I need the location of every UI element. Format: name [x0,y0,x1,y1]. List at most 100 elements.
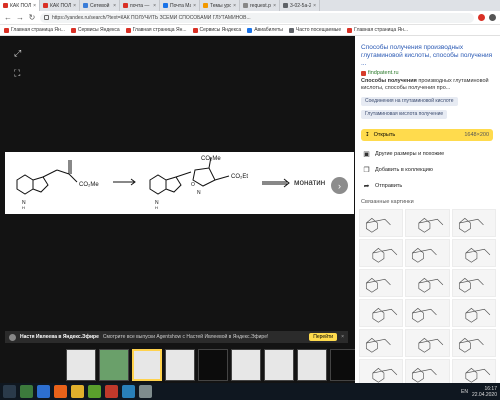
related-image[interactable] [451,269,496,297]
thumbnail[interactable] [231,349,261,381]
tag-chip[interactable]: Глутаминовая кислота получение [361,110,448,119]
related-image[interactable] [451,359,496,383]
related-image[interactable] [359,359,404,383]
tab-favicon-icon [123,3,128,8]
thumbnail[interactable] [297,349,327,381]
panel-title[interactable]: Способы получения производных глутаминов… [361,44,493,68]
bookmark-item[interactable]: Главная страница Ян... [4,27,65,33]
sketch-line [372,307,398,323]
related-image[interactable] [451,209,496,237]
browser-tab[interactable]: КАК ПОЛУЧИ× [0,0,40,11]
related-image[interactable] [451,239,496,267]
thumbnail[interactable] [165,349,195,381]
promo-banner: Настя Ивлеева в Яндекс.Эфире Смотрите вс… [5,331,348,343]
thumbnail[interactable] [264,349,294,381]
url-field[interactable]: https://yandex.ru/search/?text=КАК ПОЛУЧ… [40,12,474,23]
browser-tab[interactable]: Темы уроков Ост× [200,0,240,11]
expand-icon[interactable]: ⤢ [14,49,21,58]
share-icon: ➦ [363,183,370,190]
thumbnail-selected[interactable] [132,349,162,381]
related-image-sketch [365,217,391,233]
bookmark-item[interactable]: Сервисы Яндекса [192,27,241,33]
tab-close-icon[interactable]: × [73,3,76,9]
left-chain-bond-2 [56,169,70,175]
action-label: Другие размеры и похожие [375,151,445,157]
menu-icon[interactable] [489,14,496,21]
folder-icon[interactable] [71,385,84,398]
tab-title: request.pdf [250,2,271,9]
clock[interactable]: 16:17 22.04.2020 [472,386,497,398]
browser-icon[interactable] [54,385,67,398]
promo-go-button[interactable]: Перейти [309,333,338,341]
related-image[interactable] [405,269,450,297]
action-similar[interactable]: ▣ Другие размеры и похожие [363,150,444,158]
related-image[interactable] [451,299,496,327]
panel-description: Способы получения производных глутаминов… [361,78,493,92]
language-indicator[interactable]: EN [461,389,468,395]
related-image-sketch [412,307,438,323]
sketch-line [418,217,444,233]
thumbnail[interactable] [198,349,228,381]
mid-chain-bond [175,171,192,178]
tab-close-icon[interactable]: × [153,3,156,9]
related-image[interactable] [451,329,496,357]
source-link[interactable]: findpatent.ru [361,70,399,76]
related-image[interactable] [359,269,404,297]
tab-favicon-icon [283,3,288,8]
browser-tab[interactable]: Сетевой Город.× [80,0,120,11]
tag-chip[interactable]: Соединения на глутаминовой кислоте [361,97,458,106]
app-icon[interactable] [20,385,33,398]
reload-icon[interactable]: ↻ [28,11,36,25]
app-icon[interactable] [139,385,152,398]
close-icon[interactable]: × [341,334,344,340]
related-image[interactable] [405,299,450,327]
thumbnail-strip [66,347,360,383]
system-tray: EN 16:17 22.04.2020 [461,386,497,398]
app-icon[interactable] [37,385,50,398]
related-image[interactable] [359,299,404,327]
action-collection[interactable]: ❐ Добавить в коллекцию [363,166,433,174]
tab-close-icon[interactable]: × [193,3,196,9]
next-image-button[interactable]: › [331,177,348,194]
tab-title: почта — Яндекс [130,2,151,9]
bookmark-item[interactable]: Сервисы Яндекса [70,27,120,33]
bookmark-favicon-icon [125,27,131,33]
related-image[interactable] [405,329,450,357]
browser-tab[interactable]: Почта Mail.ru× [160,0,200,11]
browser-tab[interactable]: request.pdf× [240,0,280,11]
tab-close-icon[interactable]: × [113,3,116,9]
thumbnail[interactable] [99,349,129,381]
ring-o-label: O [191,182,195,188]
tab-close-icon[interactable]: × [273,3,276,9]
app-icon[interactable] [122,385,135,398]
related-image[interactable] [405,209,450,237]
mid-co2me-label: CO₂Me [201,156,221,162]
forward-icon[interactable]: → [16,11,24,25]
bookmark-item[interactable]: Главная страница Ян... [347,27,408,33]
tab-close-icon[interactable]: × [233,3,236,9]
related-image[interactable] [405,239,450,267]
related-image[interactable] [359,209,404,237]
tab-close-icon[interactable]: × [33,3,36,9]
action-share[interactable]: ➦ Отправить [363,182,403,190]
bookmark-item[interactable]: Часто посещаемые [288,27,341,33]
back-icon[interactable]: ← [4,11,12,25]
related-image[interactable] [359,329,404,357]
related-image-sketch [465,307,490,323]
bookmark-item[interactable]: Главная страница Ян... [125,27,187,33]
crop-icon[interactable]: ⛶ [14,69,20,78]
start-icon[interactable] [3,385,16,398]
related-image[interactable] [359,239,404,267]
extension-icon[interactable] [478,14,485,21]
related-heading: Связанные картинки [361,199,414,205]
thumbnail[interactable] [66,349,96,381]
browser-tab[interactable]: почта — Яндекс× [120,0,160,11]
app-icon[interactable] [105,385,118,398]
tab-close-icon[interactable]: × [313,3,316,9]
open-button[interactable]: ↧ Открыть 1648×200 [361,129,493,141]
related-image[interactable] [405,359,450,383]
app-icon[interactable] [88,385,101,398]
browser-tab[interactable]: 3-02-5a-2845-ct× [280,0,320,11]
browser-tab[interactable]: КАК ПОЛУЧИТЬ× [40,0,80,11]
bookmark-item[interactable]: Авиабилеты [247,27,283,33]
